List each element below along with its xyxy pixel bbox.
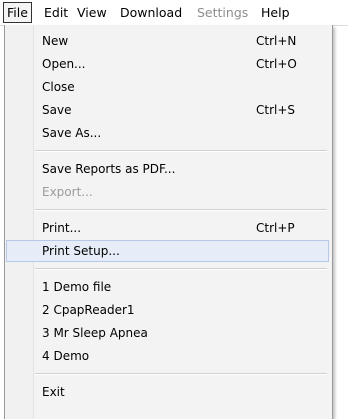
menu-item-export[interactable]: Export... bbox=[6, 181, 329, 203]
menu-item-save-reports-pdf[interactable]: Save Reports as PDF... bbox=[6, 158, 329, 180]
menu-bar: File Edit View Download Settings Help bbox=[0, 0, 348, 26]
menu-item-label: 4 Demo bbox=[42, 349, 90, 363]
menu-item-open[interactable]: Open... Ctrl+O bbox=[6, 53, 329, 75]
menu-item-print[interactable]: Print... Ctrl+P bbox=[6, 217, 329, 239]
menu-item-recent-1[interactable]: 1 Demo file bbox=[6, 276, 329, 298]
menu-item-label: Save As... bbox=[42, 126, 102, 140]
menu-item-save-as[interactable]: Save As... bbox=[6, 122, 329, 144]
menu-item-shortcut: Ctrl+S bbox=[256, 103, 296, 117]
menu-item-label: Save Reports as PDF... bbox=[42, 162, 176, 176]
menu-item-label: 1 Demo file bbox=[42, 280, 112, 294]
menu-item-exit[interactable]: Exit bbox=[6, 381, 329, 403]
menu-item-print-setup[interactable]: Print Setup... bbox=[6, 240, 329, 262]
menu-item-label: Export... bbox=[42, 185, 93, 199]
menu-separator bbox=[35, 373, 327, 375]
menu-edit[interactable]: Edit bbox=[44, 4, 68, 21]
menu-item-label: New bbox=[42, 34, 69, 48]
menu-item-shortcut: Ctrl+P bbox=[256, 221, 295, 235]
menu-settings[interactable]: Settings bbox=[197, 4, 248, 21]
menu-item-label: Exit bbox=[42, 385, 65, 399]
menu-separator bbox=[35, 268, 327, 270]
menu-item-label: Close bbox=[42, 80, 75, 94]
menu-download[interactable]: Download bbox=[120, 4, 182, 21]
menu-item-label: Print Setup... bbox=[42, 244, 120, 258]
menu-help[interactable]: Help bbox=[261, 4, 290, 21]
menu-item-label: 2 CpapReader1 bbox=[42, 303, 135, 317]
menu-item-close[interactable]: Close bbox=[6, 76, 329, 98]
menu-file[interactable]: File bbox=[3, 2, 32, 23]
menu-item-recent-3[interactable]: 3 Mr Sleep Apnea bbox=[6, 322, 329, 344]
menu-item-new[interactable]: New Ctrl+N bbox=[6, 30, 329, 52]
menu-item-label: Save bbox=[42, 103, 72, 117]
menu-item-label: Print... bbox=[42, 221, 82, 235]
menu-item-recent-4[interactable]: 4 Demo bbox=[6, 345, 329, 367]
menu-item-shortcut: Ctrl+O bbox=[256, 57, 297, 71]
menu-item-label: 3 Mr Sleep Apnea bbox=[42, 326, 148, 340]
menu-item-recent-2[interactable]: 2 CpapReader1 bbox=[6, 299, 329, 321]
menu-view[interactable]: View bbox=[77, 4, 107, 21]
menu-item-save[interactable]: Save Ctrl+S bbox=[6, 99, 329, 121]
menu-item-shortcut: Ctrl+N bbox=[256, 34, 297, 48]
menu-item-label: Open... bbox=[42, 57, 86, 71]
file-dropdown-menu: New Ctrl+N Open... Ctrl+O Close Save Ctr… bbox=[4, 25, 333, 419]
menu-separator bbox=[35, 209, 327, 211]
menu-separator bbox=[35, 150, 327, 152]
